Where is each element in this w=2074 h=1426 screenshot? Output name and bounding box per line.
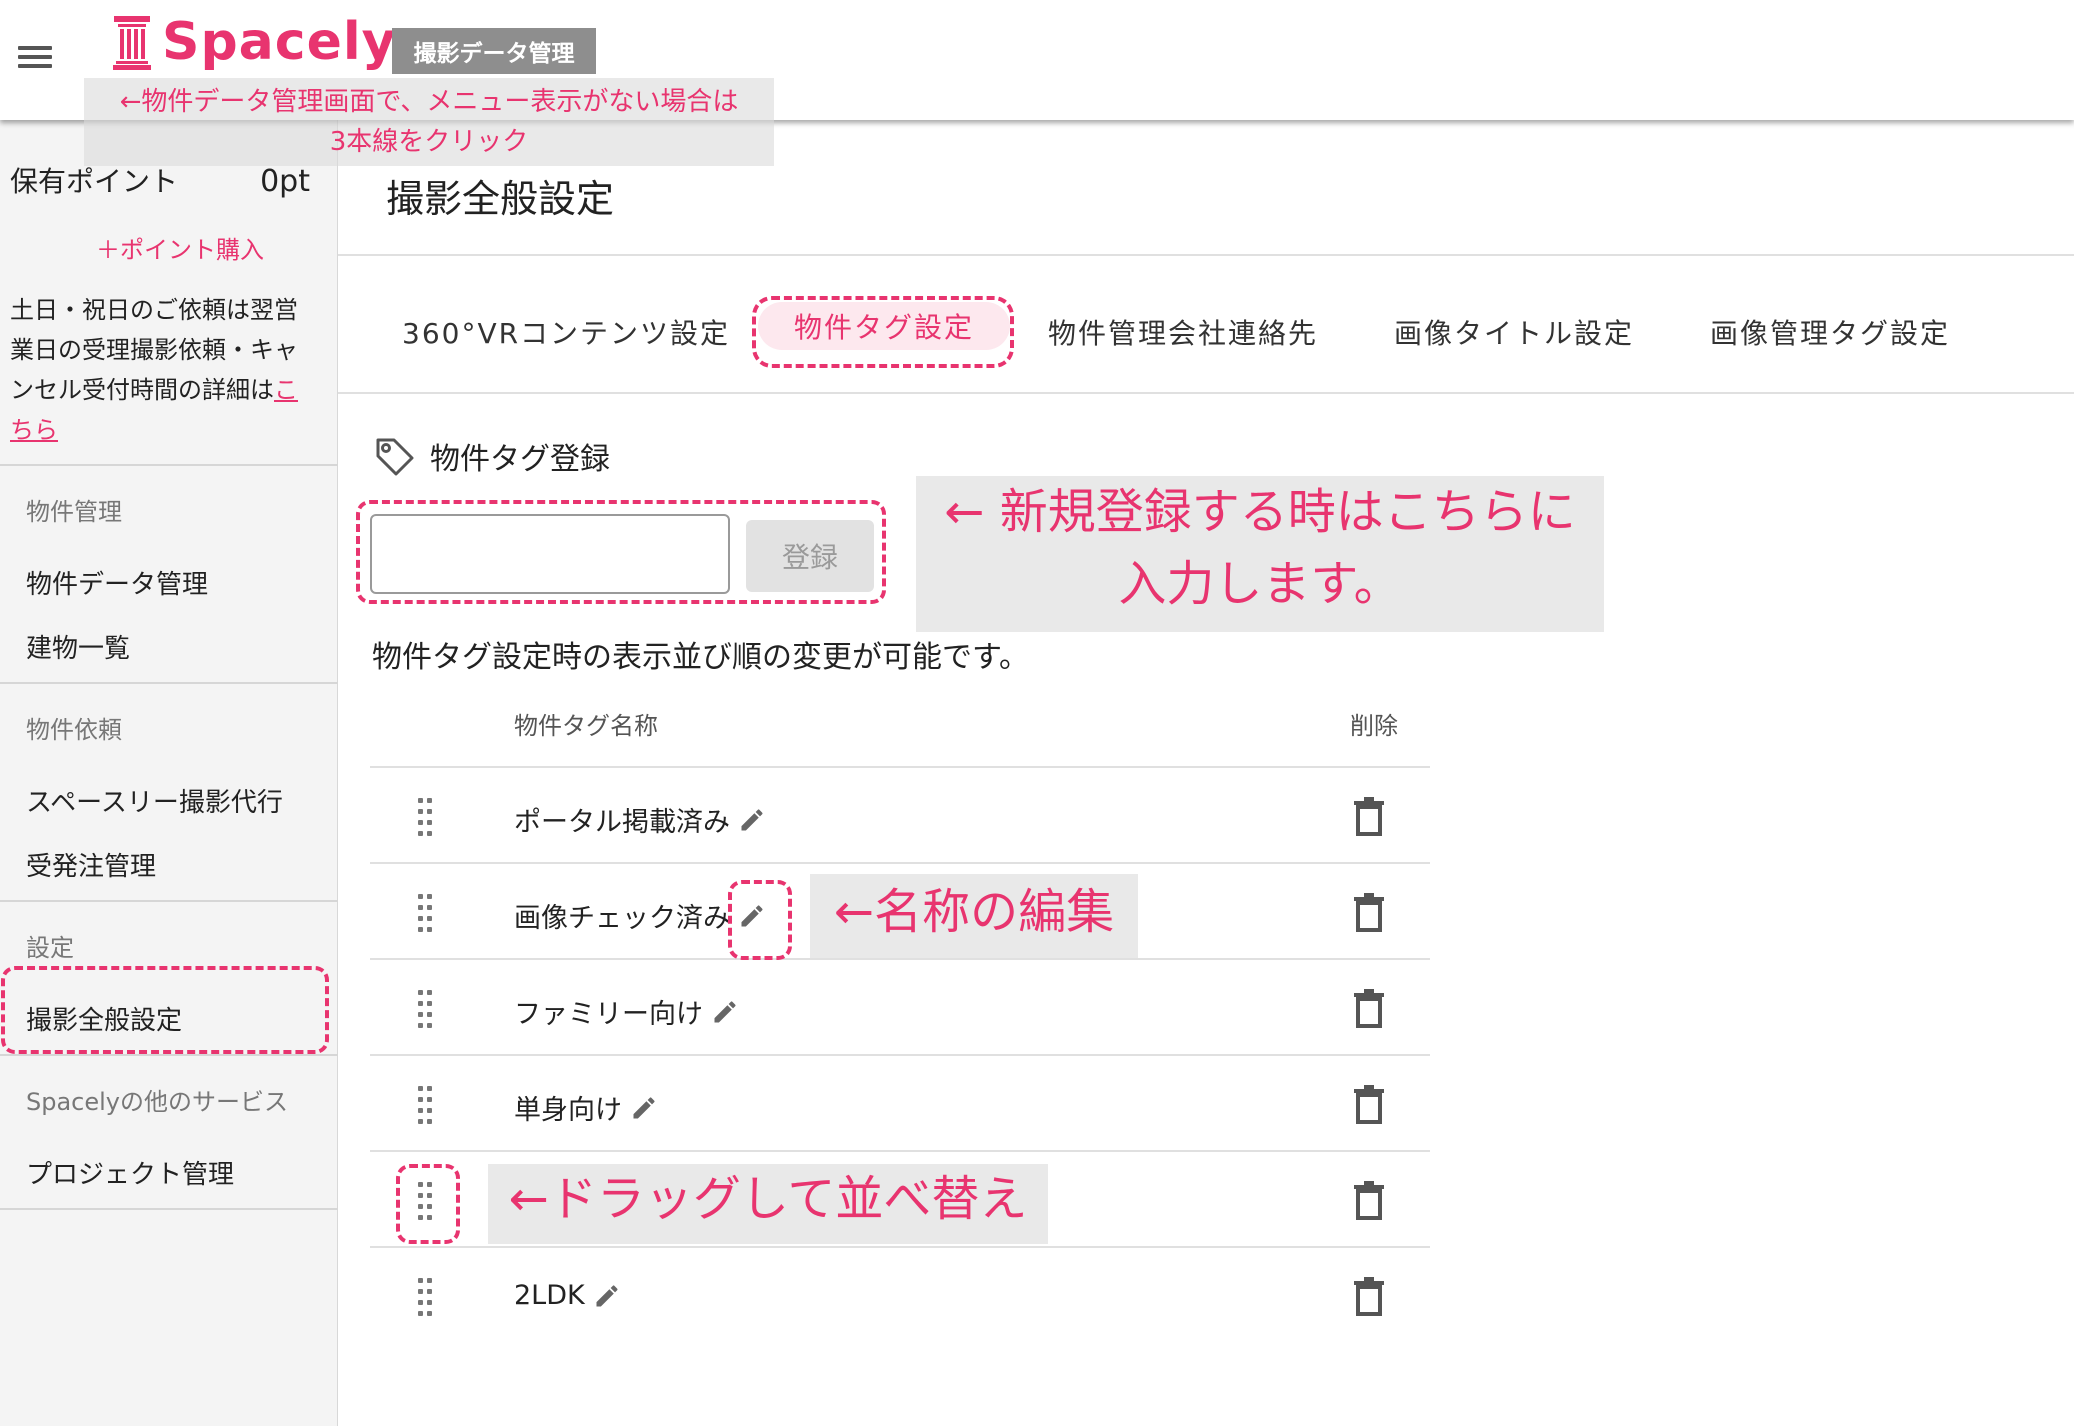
table-divider xyxy=(370,862,1430,864)
tag-name-cell: 画像チェック済み xyxy=(514,896,766,935)
pencil-edit-icon[interactable] xyxy=(738,806,766,834)
drag-handle-icon[interactable] xyxy=(418,1086,436,1126)
trash-icon[interactable] xyxy=(1352,1084,1386,1124)
drag-hint-callout: ←ドラッグして並べ替え xyxy=(488,1164,1048,1244)
sidebar-divider xyxy=(0,682,338,684)
tabs-divider xyxy=(338,392,2074,394)
sidebar-item-building-list[interactable]: 建物一覧 xyxy=(26,628,130,665)
pencil-edit-icon[interactable] xyxy=(738,902,766,930)
tag-name-cell: ポータル掲載済み xyxy=(514,800,766,839)
buy-points-link[interactable]: ＋ポイント購入 xyxy=(96,230,264,265)
logo-text: Spacely xyxy=(162,12,397,72)
sidebar-section-settings: 設定 xyxy=(26,934,74,962)
tab-management-contact[interactable]: 物件管理会社連絡先 xyxy=(1048,312,1318,352)
tag-name: ポータル掲載済み xyxy=(514,807,730,838)
trash-icon[interactable] xyxy=(1352,892,1386,932)
tag-name: 画像チェック済み xyxy=(514,903,730,934)
page-title: 撮影全般設定 xyxy=(386,177,615,221)
sidebar-divider xyxy=(0,464,338,466)
points-label: 保有ポイント xyxy=(10,165,179,198)
column-header-tag-name: 物件タグ名称 xyxy=(514,712,658,740)
trash-icon[interactable] xyxy=(1352,1276,1386,1316)
sidebar-divider xyxy=(0,1208,338,1210)
table-divider xyxy=(370,1054,1430,1056)
tab-image-tags[interactable]: 画像管理タグ設定 xyxy=(1710,312,1950,352)
points-value: 0pt xyxy=(260,164,310,199)
title-divider xyxy=(338,254,2074,256)
drag-handle-icon[interactable] xyxy=(418,798,436,838)
drag-handle-icon[interactable] xyxy=(418,1278,436,1318)
tag-name: 2LDK xyxy=(514,1280,585,1311)
pencil-edit-icon[interactable] xyxy=(593,1282,621,1310)
sidebar-section-other-services: Spacelyの他のサービス xyxy=(26,1088,289,1116)
drag-handle-icon[interactable] xyxy=(418,1182,436,1222)
tag-name-input[interactable] xyxy=(370,514,730,594)
table-divider xyxy=(370,1246,1430,1248)
drag-handle-icon[interactable] xyxy=(418,894,436,934)
sidebar-item-photo-service[interactable]: スペースリー撮影代行 xyxy=(26,782,283,819)
trash-icon[interactable] xyxy=(1352,796,1386,836)
pillar-icon xyxy=(113,16,151,70)
tab-image-title[interactable]: 画像タイトル設定 xyxy=(1394,312,1634,352)
section-title: 物件タグ登録 xyxy=(430,442,610,477)
sidebar-item-project-management[interactable]: プロジェクト管理 xyxy=(26,1154,234,1191)
sidebar-section-requests: 物件依頼 xyxy=(26,716,122,744)
trash-icon[interactable] xyxy=(1352,988,1386,1028)
register-hint-callout: ← 新規登録する時はこちらに 入力します。 xyxy=(916,476,1604,632)
header-section-badge: 撮影データ管理 xyxy=(392,28,596,74)
tab-property-tags[interactable]: 物件タグ設定 xyxy=(758,302,1011,350)
column-header-delete: 削除 xyxy=(1350,712,1398,740)
tab-vr-content[interactable]: 360°VRコンテンツ設定 xyxy=(402,312,730,352)
spacely-logo[interactable]: Spacely xyxy=(112,12,397,72)
tag-register-header: 物件タグ登録 xyxy=(372,434,610,478)
register-button[interactable]: 登録 xyxy=(746,520,874,592)
sidebar-item-orders[interactable]: 受発注管理 xyxy=(26,846,156,883)
sidebar-divider xyxy=(0,1054,338,1056)
tag-icon xyxy=(376,438,414,476)
table-divider xyxy=(370,766,1430,768)
sidebar-item-property-data[interactable]: 物件データ管理 xyxy=(26,564,208,601)
sidebar-divider xyxy=(0,900,338,902)
tag-name-cell: 2LDK xyxy=(514,1280,621,1311)
tag-name-cell: 単身向け xyxy=(514,1088,658,1127)
drag-handle-icon[interactable] xyxy=(418,990,436,1030)
tag-name-cell: ファミリー向け xyxy=(514,992,739,1031)
hamburger-menu-icon[interactable] xyxy=(14,40,54,74)
register-hint-line1: ← 新規登録する時はこちらに xyxy=(944,484,1576,540)
table-divider xyxy=(370,1150,1430,1152)
notice-text: 土日・祝日のご依頼は翌営業日の受理撮影依頼・キャンセル受付時間の詳細は xyxy=(10,296,298,404)
trash-icon[interactable] xyxy=(1352,1180,1386,1220)
pencil-edit-icon[interactable] xyxy=(630,1094,658,1122)
order-note: 物件タグ設定時の表示並び順の変更が可能です。 xyxy=(372,640,1029,675)
business-hours-notice: 土日・祝日のご依頼は翌営業日の受理撮影依頼・キャンセル受付時間の詳細はこちら xyxy=(10,290,310,450)
tag-name: ファミリー向け xyxy=(514,999,703,1030)
table-divider xyxy=(370,958,1430,960)
pencil-edit-icon[interactable] xyxy=(711,998,739,1026)
menu-hint-callout: ←物件データ管理画面で、メニュー表示がない場合は 3本線をクリック xyxy=(84,78,774,166)
tag-name: 単身向け xyxy=(514,1095,622,1126)
register-hint-line2: 入力します。 xyxy=(1118,556,1402,612)
sidebar-section-property: 物件管理 xyxy=(26,498,122,526)
edit-hint-callout: ←名称の編集 xyxy=(810,874,1138,958)
sidebar: 保有ポイント 0pt ＋ポイント購入 土日・祝日のご依頼は翌営業日の受理撮影依頼… xyxy=(0,120,338,1426)
sidebar-item-shooting-settings[interactable]: 撮影全般設定 xyxy=(26,1000,182,1037)
